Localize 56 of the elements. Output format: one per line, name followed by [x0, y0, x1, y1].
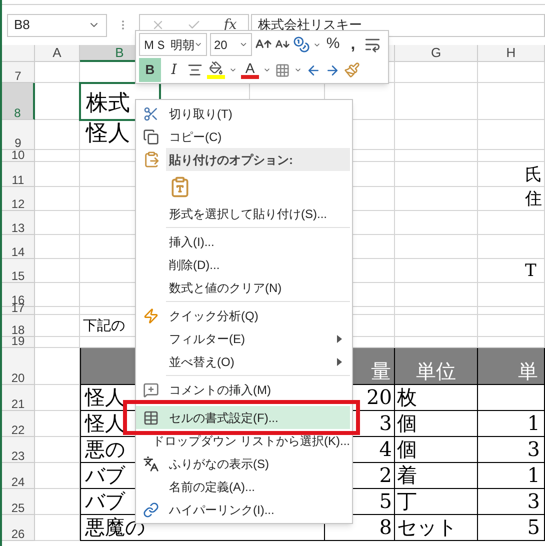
row-header[interactable]: 12: [2, 187, 35, 211]
table-cell: 3: [478, 489, 545, 515]
table-header-cell: 単: [478, 348, 545, 385]
menu-item[interactable]: 数式と値のクリア(N): [136, 276, 350, 299]
menu-item[interactable]: セルの書式設定(F)...: [136, 406, 350, 429]
italic-button[interactable]: I: [165, 59, 183, 81]
row-header[interactable]: 10: [2, 150, 35, 162]
name-box[interactable]: B8: [7, 14, 107, 36]
font-size-dropdown[interactable]: 20: [210, 33, 252, 56]
font-color-button[interactable]: A: [241, 61, 259, 79]
table-cell: 3: [478, 437, 545, 463]
comma-button[interactable]: ,: [345, 34, 361, 56]
menu-section-header: 貼り付けのオプション:: [166, 148, 350, 171]
column-header[interactable]: G: [395, 45, 478, 62]
menu-item[interactable]: フィルター(E): [136, 327, 350, 350]
cell-text: 氏: [525, 164, 542, 186]
row-header[interactable]: 21: [2, 385, 35, 411]
bold-button[interactable]: B: [139, 58, 161, 82]
row-header[interactable]: 20: [2, 348, 35, 385]
row-header[interactable]: 8: [2, 83, 35, 120]
table-cell: 1: [478, 463, 545, 489]
row-header[interactable]: 25: [2, 489, 35, 515]
menu-item[interactable]: 切り取り(T): [136, 102, 350, 125]
table-cell: 丁: [395, 489, 478, 515]
cell-text: 株式: [86, 90, 130, 118]
menu-item[interactable]: 挿入(I)...: [136, 230, 350, 253]
row-header[interactable]: 24: [2, 463, 35, 489]
cell-text: 下記の: [83, 317, 125, 336]
table-cell: 個: [395, 411, 478, 437]
menu-item[interactable]: コピー(C): [136, 125, 350, 148]
table-cell: 5: [478, 515, 545, 541]
menu-item[interactable]: クイック分析(Q): [136, 304, 350, 327]
row-header[interactable]: 19: [2, 337, 35, 348]
column-header[interactable]: H: [478, 45, 545, 62]
table-cell: 枚: [395, 385, 478, 411]
menu-item[interactable]: 削除(D)...: [136, 253, 350, 276]
cell-text: 怪人: [86, 120, 130, 148]
cell-text: 住: [525, 188, 542, 210]
row-header[interactable]: 11: [2, 162, 35, 187]
row-header[interactable]: 23: [2, 437, 35, 463]
row-header[interactable]: 22: [2, 411, 35, 437]
table-cell: 個: [395, 437, 478, 463]
row-header[interactable]: 18: [2, 315, 35, 337]
percent-button[interactable]: %: [324, 34, 342, 56]
cell-text: T: [525, 260, 536, 282]
menu-item[interactable]: 形式を選択して貼り付け(S)...: [136, 202, 350, 225]
row-header[interactable]: 26: [2, 515, 35, 541]
row-header[interactable]: 9: [2, 120, 35, 150]
table-cell: セット: [395, 515, 478, 541]
row-header[interactable]: 15: [2, 259, 35, 283]
font-name-dropdown[interactable]: ＭＳ 明朝: [139, 33, 207, 56]
table-cell: 1: [478, 411, 545, 437]
table-header-cell: 単位: [395, 348, 478, 385]
row-header[interactable]: 13: [2, 211, 35, 235]
table-cell: 着: [395, 463, 478, 489]
row-header[interactable]: 14: [2, 235, 35, 259]
